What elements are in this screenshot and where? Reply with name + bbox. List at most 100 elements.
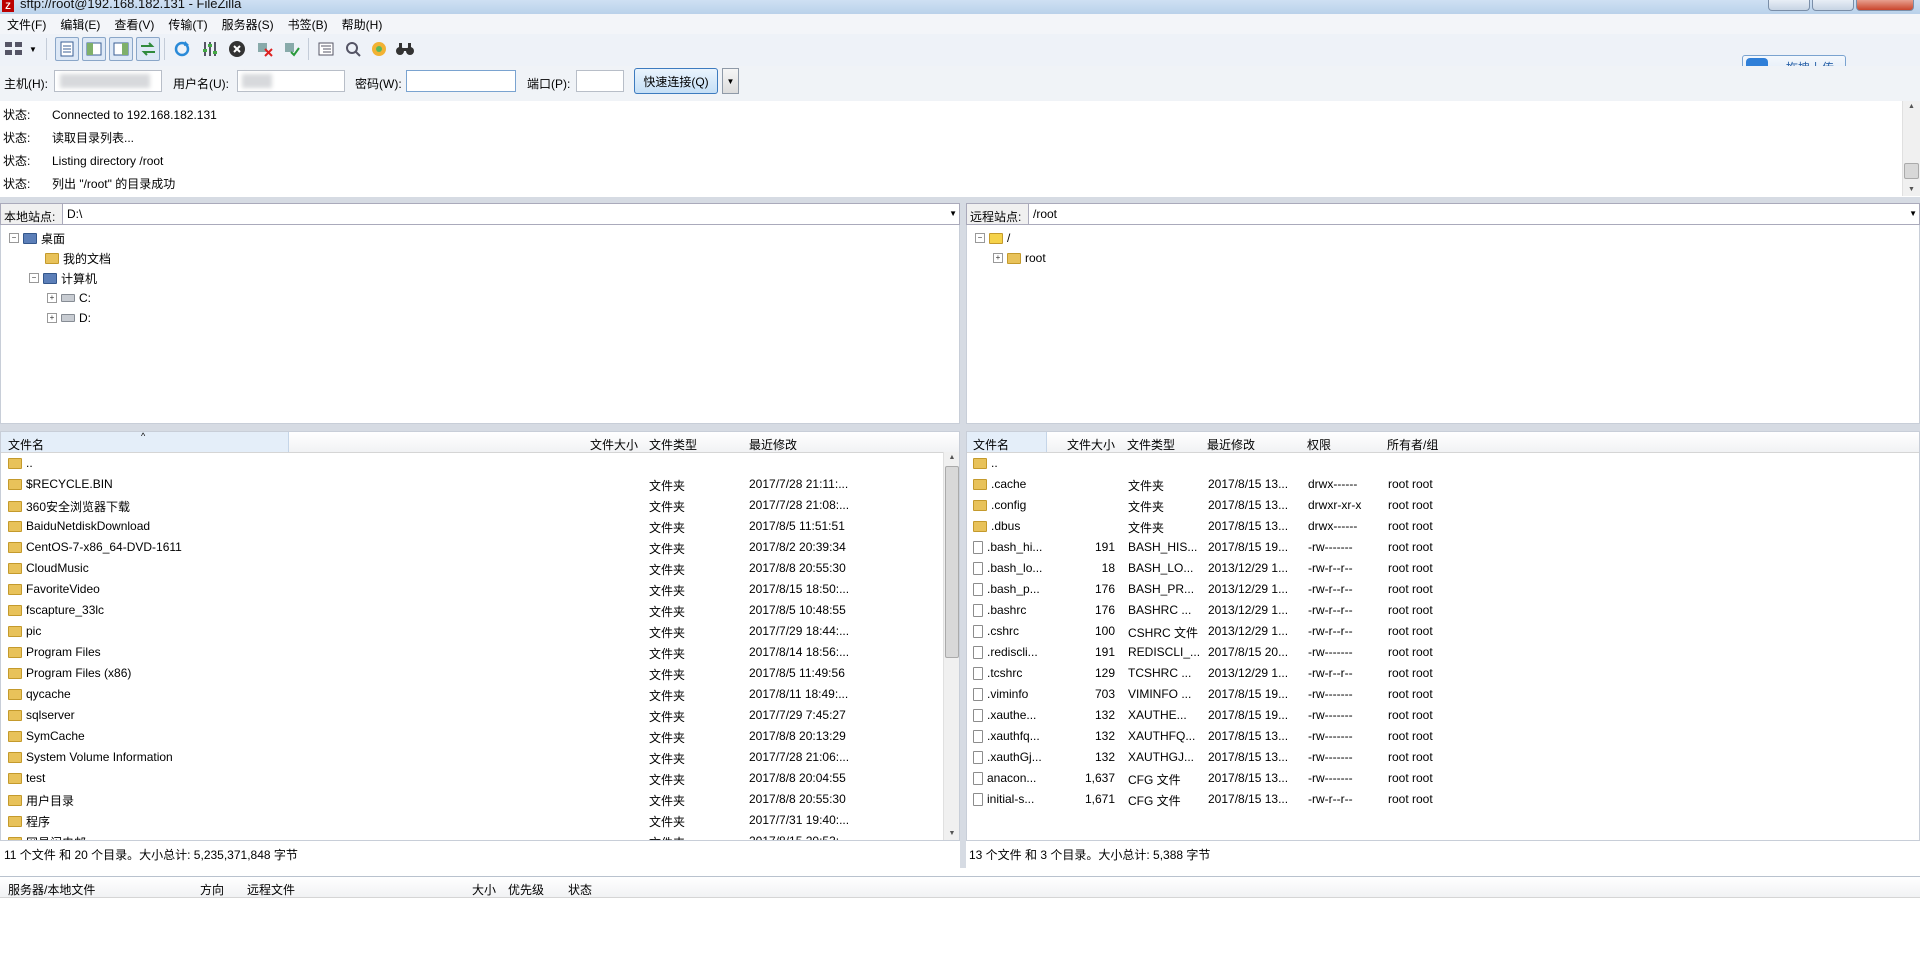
tree-item-desktop[interactable]: − 桌面 [9,229,65,247]
tree-item-drive-c[interactable]: + C: [47,289,91,307]
chevron-down-icon[interactable]: ▼ [949,209,957,218]
log-scrollbar[interactable]: ▲ ▼ [1902,101,1920,196]
remote-file-row[interactable]: anacon... 1,637 CFG 文件 2017/8/15 13... -rw--… [967,767,1919,788]
refresh-icon[interactable] [170,37,194,61]
col-modified[interactable]: 最近修改 [1207,436,1255,453]
col-modified[interactable]: 最近修改 [749,436,797,453]
local-file-row[interactable]: SymCache 文件夹 2017/8/8 20:13:29 [1,725,959,746]
remote-file-row[interactable]: .xauthe... 132 XAUTHE... 2017/8/15 19... -rw… [967,704,1919,725]
menu-view[interactable]: 查看(V) [107,16,161,33]
local-file-row[interactable]: System Volume Information 文件夹 2017/7/28 21… [1,746,959,767]
file-modified: 2017/8/15 13... [1208,477,1289,491]
col-filename[interactable]: 文件名 [8,436,44,453]
filter-icon[interactable] [314,37,338,61]
cancel-icon[interactable] [225,37,249,61]
dropdown-arrow-icon[interactable]: ▼ [26,37,40,61]
disconnect-icon[interactable] [253,37,277,61]
col-filename[interactable]: 文件名 [973,436,1009,453]
col-filesize[interactable]: 文件大小 [1067,436,1115,453]
local-file-row[interactable]: .. [1,452,959,473]
local-path-input[interactable]: D:\ ▼ [62,204,959,224]
sync-browse-icon[interactable] [367,37,391,61]
folder-icon [8,709,22,721]
remote-file-row[interactable]: .tcshrc 129 TCSHRC ... 2013/12/29 1... -rw-r… [967,662,1919,683]
tree-item-root-slash[interactable]: − / [975,229,1010,247]
menu-help[interactable]: 帮助(H) [335,16,390,33]
local-file-row[interactable]: 360安全浏览器下载 文件夹 2017/7/28 21:08:... [1,494,959,515]
local-file-row[interactable]: Program Files (x86) 文件夹 2017/8/5 11:49:56 [1,662,959,683]
local-file-row[interactable]: fscapture_33lc 文件夹 2017/8/5 10:48:55 [1,599,959,620]
remote-file-row[interactable]: .bashrc 176 BASHRC ... 2013/12/29 1... -rw-r… [967,599,1919,620]
remote-file-row[interactable]: .rediscli... 191 REDISCLI_... 2017/8/15 20.… [967,641,1919,662]
local-file-row[interactable]: Program Files 文件夹 2017/8/14 18:56:... [1,641,959,662]
remote-file-row[interactable]: .viminfo 703 VIMINFO ... 2017/8/15 19... -rw… [967,683,1919,704]
remote-file-row[interactable]: .cache 文件夹 2017/8/15 13... drwx------ root r… [967,473,1919,494]
col-filetype[interactable]: 文件类型 [649,436,697,453]
site-manager-icon[interactable] [2,37,26,61]
minimize-button[interactable] [1768,0,1810,11]
file-modified: 2013/12/29 1... [1208,582,1289,596]
remote-path-input[interactable]: /root ▼ [1028,204,1919,224]
maximize-button[interactable] [1812,0,1854,11]
remote-file-row[interactable]: .bash_hi... 191 BASH_HIS... 2017/8/15 19...… [967,536,1919,557]
col-owner[interactable]: 所有者/组 [1387,436,1438,453]
password-input[interactable] [406,70,516,92]
local-file-row[interactable]: CentOS-7-x86_64-DVD-1611 文件夹 2017/8/2 20:3… [1,536,959,557]
col-status[interactable]: 状态 [568,881,592,898]
remote-file-row[interactable]: .bash_lo... 18 BASH_LO... 2013/12/29 1... -r… [967,557,1919,578]
menu-edit[interactable]: 编辑(E) [53,16,107,33]
port-input[interactable] [576,70,624,92]
tree-item-computer[interactable]: − 计算机 [29,269,97,287]
menu-file[interactable]: 文件(F) [0,16,53,33]
menu-bookmarks[interactable]: 书签(B) [281,16,335,33]
remote-file-row[interactable]: .bash_p... 176 BASH_PR... 2013/12/29 1... -r… [967,578,1919,599]
local-list-scrollbar[interactable]: ▲ ▼ [943,452,959,840]
local-file-row[interactable]: 程序 文件夹 2017/7/31 19:40:... [1,809,959,830]
compare-icon[interactable] [341,37,365,61]
log-row: 状态: 列出 "/root" 的目录成功 [3,177,176,191]
toggle-remote-tree-icon[interactable] [109,37,133,61]
col-filesize[interactable]: 文件大小 [590,436,638,453]
local-file-row[interactable]: BaiduNetdiskDownload 文件夹 2017/8/5 11:51:51 [1,515,959,536]
reconnect-icon[interactable] [280,37,304,61]
local-file-row[interactable]: qycache 文件夹 2017/8/11 18:49:... [1,683,959,704]
remote-file-row[interactable]: initial-s... 1,671 CFG 文件 2017/8/15 13... -r… [967,788,1919,809]
menu-server[interactable]: 服务器(S) [215,16,281,33]
local-file-row[interactable]: $RECYCLE.BIN 文件夹 2017/7/28 21:11:... [1,473,959,494]
local-file-row[interactable]: pic 文件夹 2017/7/29 18:44:... [1,620,959,641]
remote-file-row[interactable]: .xauthGj... 132 XAUTHGJ... 2017/8/15 13... -… [967,746,1919,767]
process-queue-icon[interactable] [198,37,222,61]
local-file-row[interactable]: 用户目录 文件夹 2017/8/8 20:55:30 [1,788,959,809]
remote-file-row[interactable]: .dbus 文件夹 2017/8/15 13... drwx------ root ro… [967,515,1919,536]
toggle-queue-icon[interactable] [136,37,160,61]
col-server-local[interactable]: 服务器/本地文件 [8,881,95,898]
tree-item-root[interactable]: + root [993,249,1046,267]
remote-file-row[interactable]: .cshrc 100 CSHRC 文件 2013/12/29 1... -rw-r--r… [967,620,1919,641]
toggle-local-tree-icon[interactable] [82,37,106,61]
local-file-row[interactable]: CloudMusic 文件夹 2017/8/8 20:55:30 [1,557,959,578]
file-name: .bashrc [987,603,1027,617]
col-priority[interactable]: 优先级 [508,881,544,898]
tree-item-drive-d[interactable]: + D: [47,309,91,327]
remote-file-row[interactable]: .xauthfq... 132 XAUTHFQ... 2017/8/15 13... -… [967,725,1919,746]
col-filetype[interactable]: 文件类型 [1127,436,1175,453]
file-name: .rediscli... [987,645,1038,659]
local-file-row[interactable]: FavoriteVideo 文件夹 2017/8/15 18:50:... [1,578,959,599]
chevron-down-icon[interactable]: ▼ [1909,209,1917,218]
remote-file-row[interactable]: .config 文件夹 2017/8/15 13... drwxr-xr-x root … [967,494,1919,515]
local-file-row[interactable]: sqlserver 文件夹 2017/7/29 7:45:27 [1,704,959,725]
remote-file-row[interactable]: .. [967,452,1919,473]
tree-item-documents[interactable]: 我的文档 [45,249,111,267]
local-file-row[interactable]: test 文件夹 2017/8/8 20:04:55 [1,767,959,788]
col-permissions[interactable]: 权限 [1307,436,1331,453]
quickconnect-dropdown-icon[interactable]: ▼ [722,68,739,94]
toggle-log-icon[interactable] [55,37,79,61]
col-remote-file[interactable]: 远程文件 [247,881,295,898]
close-button[interactable] [1856,0,1914,11]
menu-transfer[interactable]: 传输(T) [161,16,214,33]
search-icon[interactable] [393,37,417,61]
col-direction[interactable]: 方向 [200,881,224,898]
local-file-row[interactable]: 网易闪电邮 文件夹 2017/8/15 20:53:... [1,830,959,840]
col-size[interactable]: 大小 [472,881,496,898]
quickconnect-button[interactable]: 快速连接(Q) [634,68,718,94]
